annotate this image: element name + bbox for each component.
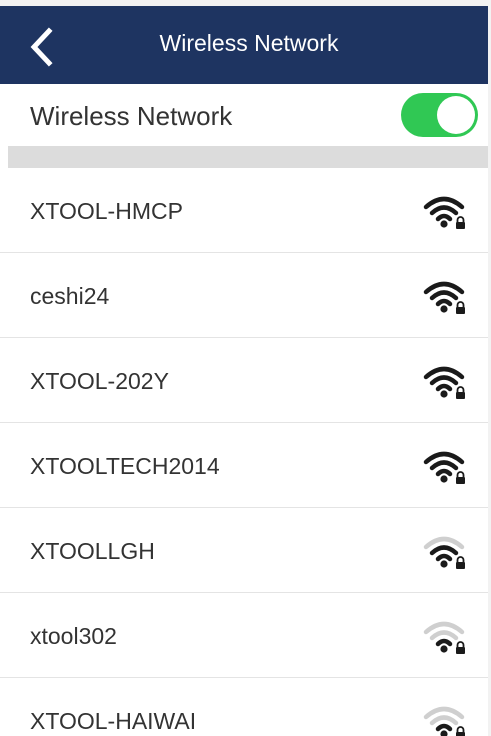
network-item[interactable]: XTOOL-202Y — [0, 338, 488, 423]
wifi-lock-strong-icon — [423, 281, 465, 314]
wireless-toggle-label: Wireless Network — [30, 101, 233, 131]
network-name: XTOOL-HMCP — [30, 198, 183, 224]
network-name: XTOOLLGH — [30, 538, 155, 564]
header-bar: Wireless Network — [0, 0, 488, 84]
wifi-lock-strong-icon — [423, 451, 465, 484]
network-name: XTOOLTECH2014 — [30, 453, 220, 479]
network-name: XTOOL-HAIWAI — [30, 708, 197, 734]
network-list: XTOOL-HMCP ceshi24 XTOOL-202Y XTOOLTECH2… — [0, 168, 488, 736]
wifi-lock-strong-icon — [423, 366, 465, 399]
page-title: Wireless Network — [159, 30, 339, 56]
wifi-lock-weak-icon — [423, 621, 465, 654]
network-name: xtool302 — [30, 623, 117, 649]
wireless-toggle-switch[interactable] — [401, 93, 478, 137]
network-item[interactable]: XTOOL-HMCP — [0, 168, 488, 253]
network-item[interactable]: XTOOL-HAIWAI — [0, 678, 488, 736]
network-item[interactable]: xtool302 — [0, 593, 488, 678]
toggle-knob — [437, 96, 475, 134]
wifi-lock-strong-icon — [423, 196, 465, 229]
network-name: ceshi24 — [30, 283, 110, 309]
network-item[interactable]: XTOOLTECH2014 — [0, 423, 488, 508]
section-divider — [8, 146, 488, 168]
wifi-lock-weak-icon — [423, 706, 465, 736]
network-item[interactable]: XTOOLLGH — [0, 508, 488, 593]
network-name: XTOOL-202Y — [30, 368, 169, 394]
wifi-lock-medium-icon — [423, 536, 465, 569]
network-item[interactable]: ceshi24 — [0, 253, 488, 338]
wifi-settings-screen: Wireless Network Wireless Network XTOOL-… — [0, 0, 491, 736]
